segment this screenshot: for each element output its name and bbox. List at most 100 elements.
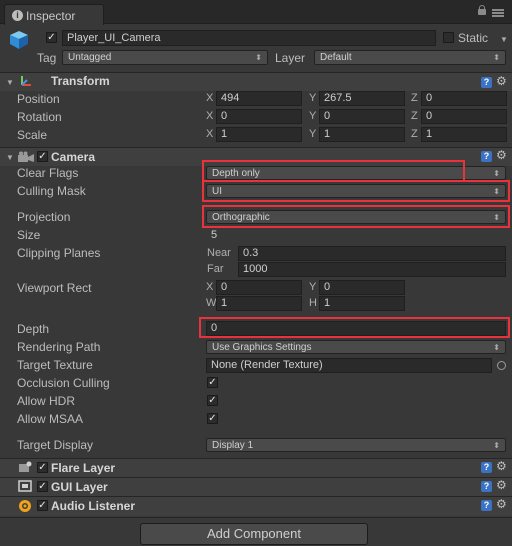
- add-component-button[interactable]: Add Component: [140, 523, 368, 545]
- far-label: Far: [207, 263, 224, 275]
- layer-label: Layer: [275, 51, 306, 65]
- target-display-label: Target Display: [17, 438, 94, 452]
- axis-y-label: Y: [309, 110, 317, 122]
- occlusion-culling-checkbox[interactable]: ✓: [207, 377, 218, 388]
- size-input[interactable]: 5: [206, 228, 506, 242]
- axis-z-label: Z: [411, 110, 418, 122]
- axis-y-label: Y: [309, 92, 317, 104]
- target-display-value: Display 1: [212, 440, 254, 451]
- rotation-y-input[interactable]: 0: [319, 109, 405, 124]
- position-y-input[interactable]: 267.5: [319, 91, 405, 106]
- flare-layer-checkbox[interactable]: ✓: [37, 462, 48, 473]
- camera-icon: [17, 151, 35, 163]
- audio-listener-checkbox[interactable]: ✓: [37, 500, 48, 511]
- layer-value: Default: [320, 52, 352, 63]
- rotation-x-input[interactable]: 0: [216, 109, 302, 124]
- divider: [0, 517, 512, 518]
- viewport-x-input[interactable]: 0: [216, 280, 302, 295]
- help-icon[interactable]: ?: [481, 500, 492, 511]
- camera-title: Camera: [51, 150, 96, 164]
- scale-z-input[interactable]: 1: [421, 127, 507, 142]
- tag-value: Untagged: [68, 52, 112, 63]
- target-display-dropdown[interactable]: Display 1 ⬍: [206, 438, 506, 452]
- allow-msaa-checkbox[interactable]: ✓: [207, 413, 218, 424]
- near-label: Near: [207, 247, 231, 259]
- chevron-icon: ⬍: [493, 343, 500, 352]
- audio-listener-title: Audio Listener: [51, 499, 136, 513]
- clipping-planes-label: Clipping Planes: [17, 246, 101, 260]
- far-input[interactable]: 1000: [238, 262, 506, 277]
- tag-dropdown[interactable]: Untagged ⬍: [62, 50, 268, 65]
- gear-icon[interactable]: ⚙: [496, 75, 507, 87]
- help-icon[interactable]: ?: [481, 151, 492, 162]
- rendering-path-dropdown[interactable]: Use Graphics Settings ⬍: [206, 340, 506, 354]
- occlusion-culling-label: Occlusion Culling: [17, 376, 110, 390]
- gui-layer-checkbox[interactable]: ✓: [37, 481, 48, 492]
- vp-w-label: W: [206, 297, 217, 309]
- highlight-culling-mask: [202, 180, 510, 202]
- tab-title: Inspector: [26, 9, 76, 23]
- layer-dropdown[interactable]: Default ⬍: [314, 50, 506, 65]
- rotation-label: Rotation: [17, 110, 62, 124]
- audio-listener-icon: [18, 499, 32, 513]
- flare-layer-icon: [18, 461, 32, 473]
- chevron-icon: ⬍: [493, 53, 500, 62]
- target-texture-field[interactable]: None (Render Texture): [206, 358, 492, 373]
- vp-x-label: X: [206, 281, 214, 293]
- near-input[interactable]: 0.3: [238, 246, 506, 261]
- highlight-depth: [199, 317, 510, 338]
- scale-label: Scale: [17, 128, 48, 142]
- static-dropdown-arrow[interactable]: ▼: [500, 35, 508, 44]
- gameobject-name-input[interactable]: Player_UI_Camera: [62, 30, 436, 46]
- help-icon[interactable]: ?: [481, 462, 492, 473]
- gui-layer-icon: [18, 480, 32, 492]
- position-label: Position: [17, 92, 60, 106]
- target-texture-label: Target Texture: [17, 358, 93, 372]
- axis-x-label: X: [206, 128, 214, 140]
- object-picker-icon[interactable]: [497, 361, 506, 370]
- static-checkbox[interactable]: [443, 32, 454, 43]
- highlight-clear-flags: [202, 160, 465, 182]
- projection-label: Projection: [17, 210, 71, 224]
- scale-x-input[interactable]: 1: [216, 127, 302, 142]
- allow-hdr-label: Allow HDR: [17, 394, 76, 408]
- vp-h-label: H: [309, 297, 317, 309]
- camera-enabled-checkbox[interactable]: ✓: [37, 151, 48, 162]
- foldout-arrow-icon[interactable]: ▼: [6, 78, 14, 87]
- gear-icon[interactable]: ⚙: [496, 149, 507, 161]
- size-label: Size: [17, 228, 41, 242]
- axis-z-label: Z: [411, 128, 418, 140]
- axis-y-label: Y: [309, 128, 317, 140]
- highlight-projection: [202, 205, 510, 228]
- viewport-y-input[interactable]: 0: [319, 280, 405, 295]
- axis-z-label: Z: [411, 92, 418, 104]
- tag-label: Tag: [37, 51, 57, 65]
- lock-icon[interactable]: [478, 5, 486, 15]
- viewport-rect-label: Viewport Rect: [17, 281, 92, 295]
- position-x-input[interactable]: 494: [216, 91, 302, 106]
- rotation-z-input[interactable]: 0: [421, 109, 507, 124]
- help-icon[interactable]: ?: [481, 77, 492, 88]
- vp-y-label: Y: [309, 281, 317, 293]
- foldout-arrow-icon[interactable]: ▼: [6, 153, 14, 162]
- gear-icon[interactable]: ⚙: [496, 498, 507, 510]
- rendering-path-label: Rendering Path: [17, 340, 101, 354]
- viewport-w-input[interactable]: 1: [216, 296, 302, 311]
- info-icon: i: [12, 10, 23, 21]
- tab-inspector[interactable]: i Inspector: [4, 4, 104, 25]
- scale-y-input[interactable]: 1: [319, 127, 405, 142]
- help-icon[interactable]: ?: [481, 481, 492, 492]
- position-z-input[interactable]: 0: [421, 91, 507, 106]
- menu-icon[interactable]: [492, 9, 504, 17]
- rendering-path-value: Use Graphics Settings: [212, 342, 312, 353]
- gear-icon[interactable]: ⚙: [496, 479, 507, 491]
- active-checkbox[interactable]: ✓: [46, 32, 57, 43]
- tab-bar: i Inspector: [0, 0, 512, 25]
- chevron-icon: ⬍: [255, 53, 262, 62]
- viewport-h-input[interactable]: 1: [319, 296, 405, 311]
- gear-icon[interactable]: ⚙: [496, 460, 507, 472]
- allow-hdr-checkbox[interactable]: ✓: [207, 395, 218, 406]
- transform-title: Transform: [51, 74, 110, 88]
- static-label: Static: [458, 31, 489, 45]
- flare-layer-title: Flare Layer: [51, 461, 116, 475]
